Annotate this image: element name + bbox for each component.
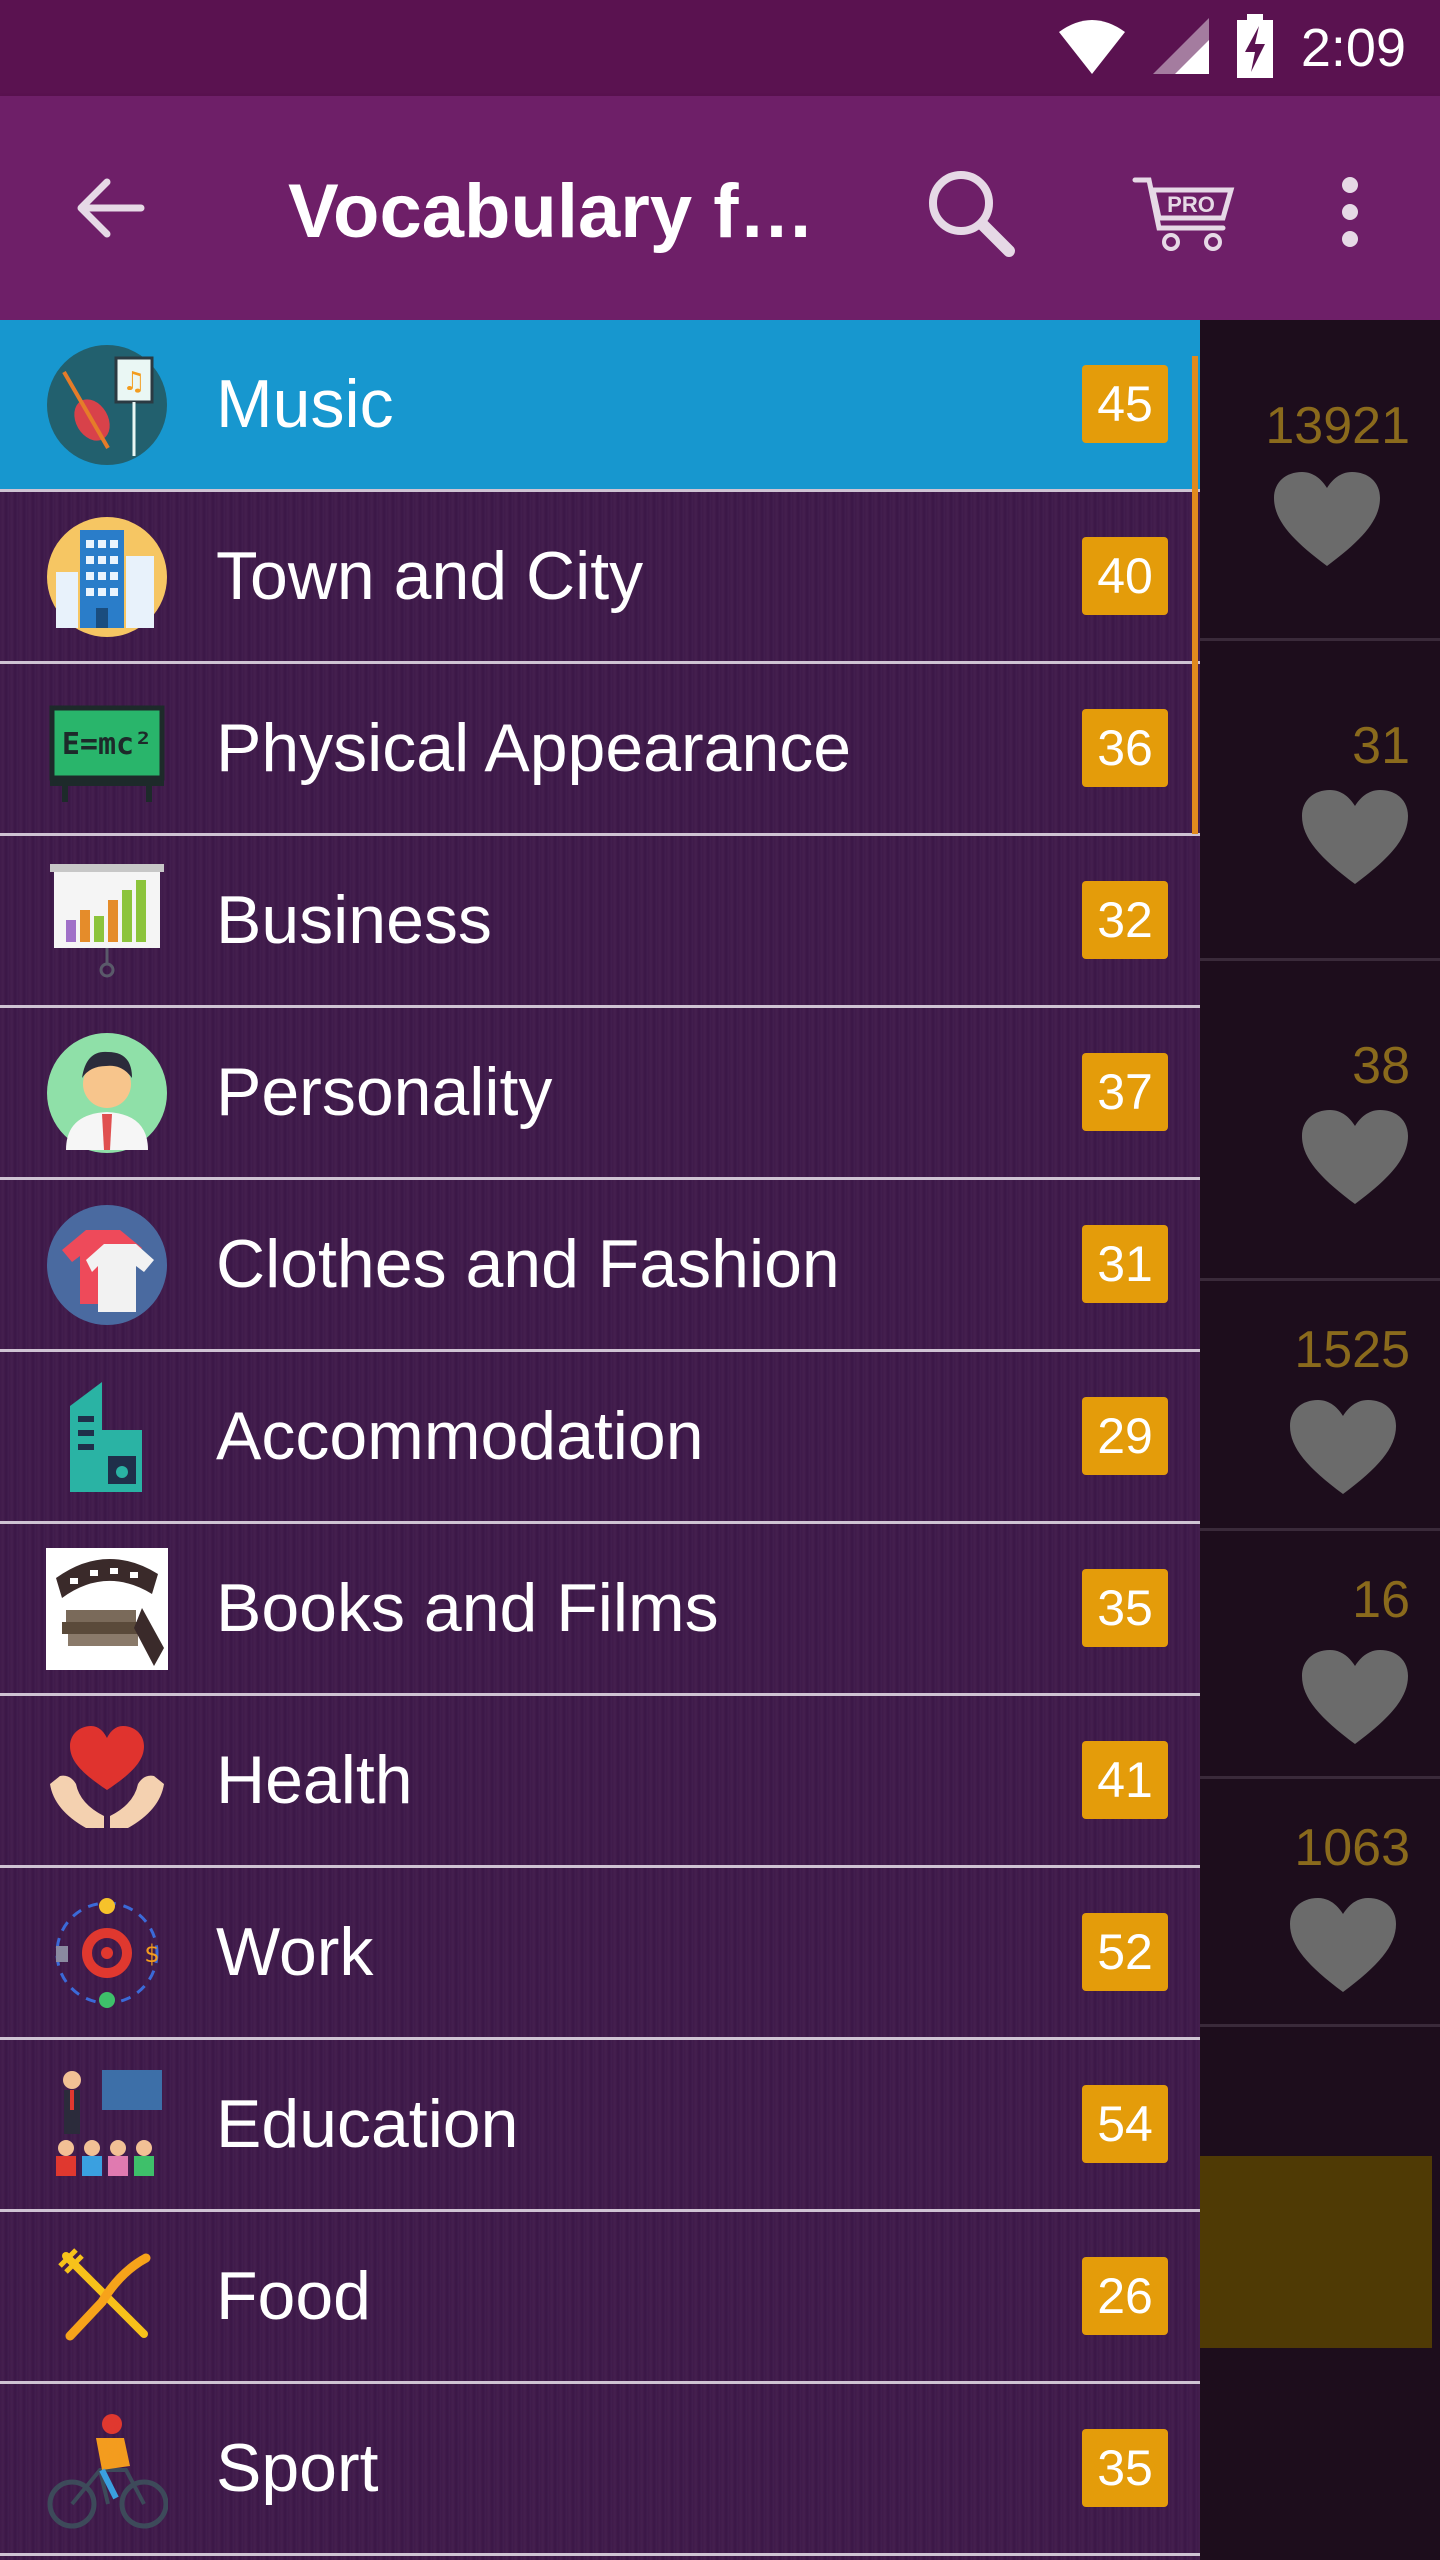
favorite-count: 13921 xyxy=(1265,397,1410,455)
scrollbar[interactable] xyxy=(1192,356,1198,834)
category-count-badge: 35 xyxy=(1082,1569,1168,1647)
heart-icon xyxy=(1290,1400,1396,1494)
heart-icon xyxy=(1302,790,1408,884)
favorite-count: 1525 xyxy=(1294,1321,1410,1379)
category-count-badge: 31 xyxy=(1082,1225,1168,1303)
list-item[interactable]: 38 xyxy=(1200,958,1440,1281)
more-vertical-icon xyxy=(1342,177,1358,247)
category-label: Food xyxy=(216,2258,371,2334)
list-item[interactable]: 31 xyxy=(1200,638,1440,961)
more-options-button[interactable] xyxy=(1310,152,1390,272)
fork-knife-icon xyxy=(46,2236,168,2358)
category-label: Clothes and Fashion xyxy=(216,1226,840,1302)
category-count-badge: 45 xyxy=(1082,365,1168,443)
back-arrow-icon xyxy=(77,178,145,238)
list-item[interactable]: 13921 xyxy=(1200,320,1440,641)
category-label: Work xyxy=(216,1914,374,1990)
back-button[interactable] xyxy=(58,156,162,260)
category-item-business[interactable]: Business 32 xyxy=(0,836,1200,1008)
category-label: Music xyxy=(216,366,394,442)
category-label: Personality xyxy=(216,1054,553,1130)
list-item[interactable]: 16 xyxy=(1200,1528,1440,1779)
music-icon: ♫ xyxy=(46,344,168,466)
category-item-books-and-films[interactable]: Books and Films 35 xyxy=(0,1524,1200,1696)
category-count-badge: 26 xyxy=(1082,2257,1168,2335)
category-count-badge: 54 xyxy=(1082,2085,1168,2163)
category-count-badge: 40 xyxy=(1082,537,1168,615)
category-label: Accommodation xyxy=(216,1398,704,1474)
category-item-personality[interactable]: Personality 37 xyxy=(0,1008,1200,1180)
heart-hands-icon xyxy=(46,1720,168,1842)
category-count-badge: 29 xyxy=(1082,1397,1168,1475)
category-count-badge: 37 xyxy=(1082,1053,1168,1131)
heart-icon xyxy=(1302,1110,1408,1204)
category-item-physical-appearance[interactable]: E=mc² Physical Appearance 36 xyxy=(0,664,1200,836)
category-drawer: ♫ Music 45 Town and City 40 E=mc² Physic… xyxy=(0,320,1200,2560)
cyclist-icon xyxy=(46,2408,168,2530)
battery-charging-icon xyxy=(1235,13,1275,83)
heart-icon xyxy=(1274,472,1380,566)
category-item-town-and-city[interactable]: Town and City 40 xyxy=(0,492,1200,664)
wifi-icon xyxy=(1057,18,1127,79)
city-buildings-icon xyxy=(46,516,168,638)
status-bar: 2:09 xyxy=(0,0,1440,96)
pro-cart-icon: PRO xyxy=(1132,177,1235,251)
category-label: Physical Appearance xyxy=(216,710,852,786)
signal-icon xyxy=(1152,17,1209,79)
person-avatar-icon xyxy=(46,1032,168,1154)
building-icon xyxy=(46,1376,168,1498)
svg-text:PRO: PRO xyxy=(1167,192,1215,217)
favorite-count: 1063 xyxy=(1294,1819,1410,1877)
background-list: 13921 31 38 1525 16 1063 xyxy=(1200,320,1440,2560)
favorite-count: 31 xyxy=(1352,717,1410,775)
category-item-accommodation[interactable]: Accommodation 29 xyxy=(0,1352,1200,1524)
list-item[interactable]: 1525 xyxy=(1200,1278,1440,1531)
category-label: Sport xyxy=(216,2430,379,2506)
clothes-icon xyxy=(46,1204,168,1326)
page-title: Vocabulary f… xyxy=(288,169,815,254)
category-item-food[interactable]: Food 26 xyxy=(0,2212,1200,2384)
category-label: Town and City xyxy=(216,538,644,614)
category-label: Business xyxy=(216,882,492,958)
app-bar: Vocabulary f… PRO xyxy=(0,96,1440,320)
blackboard-emc2-icon: E=mc² xyxy=(46,688,168,810)
list-item[interactable]: 1063 xyxy=(1200,1776,1440,2027)
category-item-work[interactable]: $ Work 52 xyxy=(0,1868,1200,2040)
category-item-clothes-and-fashion[interactable]: Clothes and Fashion 31 xyxy=(0,1180,1200,1352)
classroom-icon xyxy=(46,2064,168,2186)
pro-cart-button[interactable]: PRO xyxy=(1120,152,1250,272)
film-reel-books-icon xyxy=(46,1548,168,1670)
status-time: 2:09 xyxy=(1300,18,1406,78)
banner-placeholder xyxy=(1200,2156,1432,2348)
category-count-badge: 35 xyxy=(1082,2429,1168,2507)
category-label: Health xyxy=(216,1742,413,1818)
heart-icon xyxy=(1302,1650,1408,1744)
category-item-sport[interactable]: Sport 35 xyxy=(0,2384,1200,2556)
search-button[interactable] xyxy=(910,152,1030,272)
category-item-music[interactable]: ♫ Music 45 xyxy=(0,320,1200,492)
gear-work-icon: $ xyxy=(46,1892,168,2014)
favorite-count: 38 xyxy=(1352,1037,1410,1095)
svg-text:$: $ xyxy=(144,1940,159,1968)
category-count-badge: 32 xyxy=(1082,881,1168,959)
svg-text:♫: ♫ xyxy=(122,367,145,397)
svg-text:E=mc²: E=mc² xyxy=(62,727,152,762)
category-count-badge: 36 xyxy=(1082,709,1168,787)
category-item-health[interactable]: Health 41 xyxy=(0,1696,1200,1868)
search-icon xyxy=(929,171,1015,257)
favorite-count: 16 xyxy=(1352,1571,1410,1629)
category-count-badge: 41 xyxy=(1082,1741,1168,1819)
category-item-education[interactable]: Education 54 xyxy=(0,2040,1200,2212)
category-count-badge: 52 xyxy=(1082,1913,1168,1991)
category-label: Education xyxy=(216,2086,519,2162)
category-label: Books and Films xyxy=(216,1570,719,1646)
heart-icon xyxy=(1290,1898,1396,1992)
bar-chart-board-icon xyxy=(46,860,168,982)
